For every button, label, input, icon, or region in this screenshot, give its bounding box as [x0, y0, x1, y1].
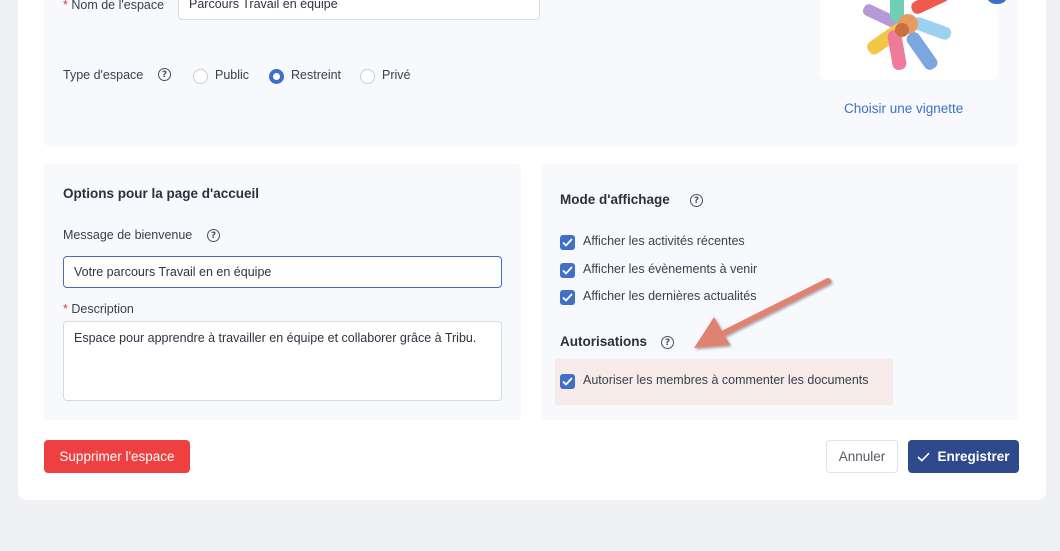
checkmark-icon: [562, 293, 573, 302]
description-label: * Description: [63, 302, 134, 316]
hands-together-illustration: [862, 0, 952, 70]
space-thumbnail: [820, 0, 998, 80]
checkbox-recent-activities-label[interactable]: Afficher les activités récentes: [583, 234, 745, 248]
space-name-label: * Nom de l'espace: [63, 0, 165, 12]
welcome-message-label: Message de bienvenue: [63, 228, 193, 242]
save-button[interactable]: Enregistrer: [908, 440, 1019, 473]
choose-thumbnail-link[interactable]: Choisir une vignette: [844, 101, 963, 116]
display-mode-title: Mode d'affichage: [560, 192, 670, 207]
checkmark-icon: [917, 452, 931, 462]
help-icon[interactable]: ?: [158, 68, 171, 81]
space-type-label: Type d'espace: [63, 68, 144, 82]
help-icon[interactable]: ?: [690, 194, 703, 207]
annotation-arrow: [694, 278, 831, 348]
checkbox-allow-comments[interactable]: [560, 374, 575, 389]
radio-prive-label[interactable]: Privé: [382, 68, 410, 82]
checkbox-upcoming-events[interactable]: [560, 263, 575, 278]
checkmark-icon: [562, 238, 573, 247]
welcome-message-input[interactable]: Votre parcours Travail en en équipe: [63, 256, 502, 288]
delete-space-button[interactable]: Supprimer l'espace: [44, 440, 190, 473]
checkmark-icon: [562, 377, 573, 386]
checkbox-latest-news[interactable]: [560, 290, 575, 305]
radio-restreint[interactable]: [269, 69, 284, 84]
help-icon[interactable]: ?: [661, 336, 674, 349]
space-name-input[interactable]: Parcours Travail en équipe: [178, 0, 540, 20]
permissions-title: Autorisations: [560, 334, 648, 349]
radio-public[interactable]: [193, 69, 208, 84]
description-textarea[interactable]: Espace pour apprendre à travailler en éq…: [63, 321, 502, 401]
cancel-button[interactable]: Annuler: [826, 440, 898, 473]
home-options-title: Options pour la page d'accueil: [63, 186, 259, 201]
help-icon[interactable]: ?: [207, 229, 220, 242]
checkmark-icon: [562, 266, 573, 275]
radio-restreint-label[interactable]: Restreint: [291, 68, 341, 82]
required-marker: *: [63, 0, 68, 12]
checkbox-allow-comments-label[interactable]: Autoriser les membres à commenter les do…: [583, 373, 869, 387]
required-marker: *: [63, 302, 68, 316]
radio-prive[interactable]: [360, 69, 375, 84]
checkbox-recent-activities[interactable]: [560, 235, 575, 250]
radio-public-label[interactable]: Public: [215, 68, 249, 82]
